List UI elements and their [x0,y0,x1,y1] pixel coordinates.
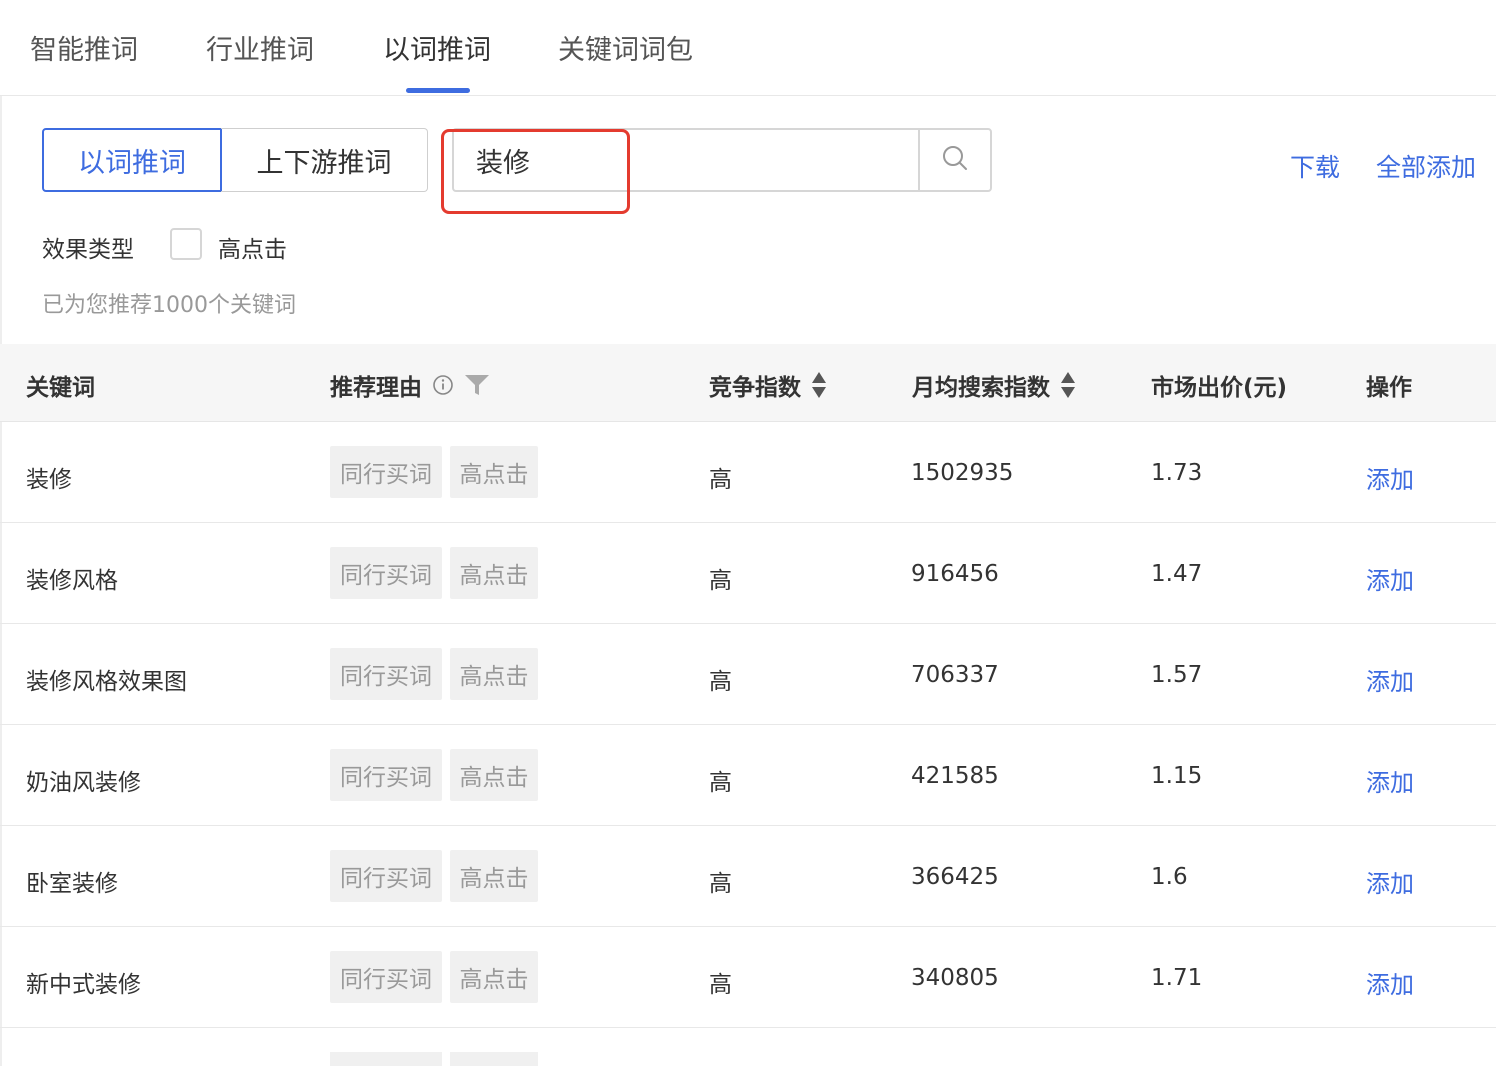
cell-monthly-search: 706337 [911,662,999,688]
tag-high-click: 高点击 [450,850,538,902]
cell-competition: 高 [709,972,732,998]
cell-keyword: 新中式装修 [26,972,141,998]
cell-bid: 1.15 [1151,763,1203,789]
cell-keyword: 卧室装修 [26,871,118,897]
cell-keyword: 奶油风装修 [26,770,141,796]
table-row: 装修 同行买词 高点击 高 1502935 1.73 添加 [0,422,1496,523]
tag-high-click: 高点击 [450,446,538,498]
mode-word-based-button[interactable]: 以词推词 [42,128,222,192]
table-row: 新中式装修 同行买词 高点击 高 340805 1.71 添加 [0,927,1496,1028]
add-keyword-link[interactable]: 添加 [1366,561,1414,596]
cell-competition: 高 [709,770,732,796]
info-icon[interactable] [432,374,454,396]
cell-bid: 1.47 [1151,561,1203,587]
search-box [452,128,992,192]
tag-peer-buy: 同行买词 [330,749,442,801]
cell-keyword: 装修风格效果图 [26,669,187,695]
table-row: 卧室装修 同行买词 高点击 高 366425 1.6 添加 [0,826,1496,927]
tag-high-click: 高点击 [450,648,538,700]
recommendation-count-hint: 已为您推荐1000个关键词 [42,293,296,318]
search-button[interactable] [918,130,990,190]
tab-industry[interactable]: 行业推词 [206,28,314,67]
header-reason: 推荐理由 [330,368,490,402]
active-tab-indicator [406,88,470,93]
search-input[interactable] [454,130,918,190]
header-monthly-search[interactable]: 月均搜索指数 [912,368,1076,402]
cell-bid: 1.57 [1151,662,1203,688]
cell-competition: 高 [709,669,732,695]
cell-competition: 高 [709,568,732,594]
add-keyword-link[interactable]: 添加 [1366,763,1414,798]
add-keyword-link[interactable]: 添加 [1366,460,1414,495]
cell-keyword: 装修风格 [26,568,118,594]
table-header: 关键词 推荐理由 竞争指数 月均搜索指数 市场出价(元) 操作 [0,344,1496,422]
cell-competition: 高 [709,871,732,897]
tag-peer-buy: 同行买词 [330,951,442,1003]
add-keyword-link[interactable]: 添加 [1366,965,1414,1000]
mode-upstream-downstream-button[interactable]: 上下游推词 [221,128,428,192]
tab-keyword-package[interactable]: 关键词词包 [558,28,693,67]
add-all-link[interactable]: 全部添加 [1376,148,1476,184]
search-icon [942,145,968,175]
sort-icon[interactable] [811,371,827,399]
effect-type-label: 效果类型 [42,237,134,263]
sort-icon[interactable] [1060,371,1076,399]
tab-smart[interactable]: 智能推词 [30,28,138,67]
tag-peer-buy: 同行买词 [330,648,442,700]
add-keyword-link[interactable]: 添加 [1366,864,1414,899]
header-bid: 市场出价(元) [1151,375,1288,401]
high-click-checkbox[interactable] [170,228,202,260]
header-action: 操作 [1366,375,1412,401]
cell-bid: 1.6 [1151,864,1188,890]
add-keyword-link[interactable]: 添加 [1366,662,1414,697]
cell-bid: 1.73 [1151,460,1203,486]
cell-monthly-search: 421585 [911,763,999,789]
high-click-label[interactable]: 高点击 [218,230,287,264]
table-row: 奶油风装修 同行买词 高点击 高 421585 1.15 添加 [0,725,1496,826]
tag-peer-buy: 同行买词 [330,850,442,902]
tag-high-click: 高点击 [450,951,538,1003]
tag-high-click: 高点击 [450,547,538,599]
filter-icon[interactable] [464,373,490,397]
cell-monthly-search: 366425 [911,864,999,890]
header-keyword: 关键词 [26,375,95,401]
cell-keyword: 装修 [26,467,72,493]
top-tabs: 智能推词 行业推词 以词推词 关键词词包 [0,0,1496,96]
header-competition[interactable]: 竞争指数 [709,368,827,402]
cell-monthly-search: 916456 [911,561,999,587]
tab-word-based[interactable]: 以词推词 [383,28,491,67]
partial-tag [330,1052,442,1066]
cell-monthly-search: 1502935 [911,460,1014,486]
table-row: 装修风格效果图 同行买词 高点击 高 706337 1.57 添加 [0,624,1496,725]
cell-competition: 高 [709,467,732,493]
cell-monthly-search: 340805 [911,965,999,991]
tag-peer-buy: 同行买词 [330,446,442,498]
tag-high-click: 高点击 [450,749,538,801]
cell-bid: 1.71 [1151,965,1203,991]
partial-tag [450,1052,538,1066]
download-link[interactable]: 下载 [1290,148,1340,184]
table-row: 装修风格 同行买词 高点击 高 916456 1.47 添加 [0,523,1496,624]
tag-peer-buy: 同行买词 [330,547,442,599]
